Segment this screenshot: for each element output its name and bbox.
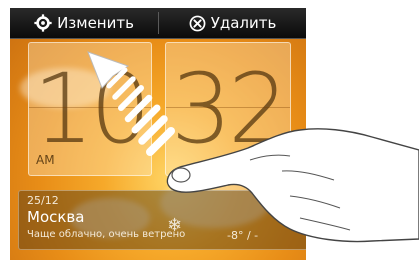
hand-pointer-icon	[166, 128, 419, 243]
gesture-overlay	[87, 51, 419, 243]
drag-arrow-icon	[87, 51, 175, 156]
